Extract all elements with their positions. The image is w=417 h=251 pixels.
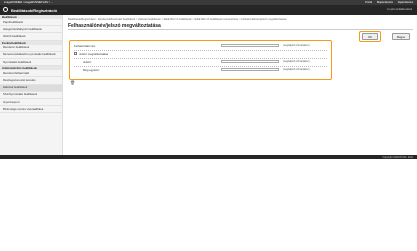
sidebar-item-volume-settings[interactable]: Hangerőszabályozó beállítások xyxy=(0,26,62,34)
confirm-password-hint: (Legfeljebb 24 karakter) xyxy=(283,68,310,72)
divider xyxy=(74,66,327,67)
username-hint: (Legfeljebb 24 karakter) xyxy=(283,44,310,48)
login-link[interactable]: Bejelentkezés xyxy=(377,1,393,4)
breadcrumb[interactable]: Beállítások/Regisztráció : Rendszerfelha… xyxy=(68,18,286,21)
cancel-button[interactable]: Mégse xyxy=(392,33,410,40)
main-content: Beállítások/Regisztráció : Rendszerfelha… xyxy=(64,15,417,155)
header-link[interactable]: A nyitó webállomások xyxy=(387,8,412,11)
username-field[interactable] xyxy=(221,44,279,48)
sidebar-item-ssl-settings[interactable]: SSL/Nyomtatási beállítások xyxy=(0,92,62,100)
divider xyxy=(74,50,327,51)
product-label: imageRUNNER / imageRUNNER ADV / … xyxy=(4,1,54,4)
divider xyxy=(74,58,327,59)
change-password-label: Jelszó megváltoztatása xyxy=(79,52,109,56)
sidebar-item-system-settings[interactable]: Rendszer beállítások xyxy=(0,45,62,52)
ok-button[interactable]: OK xyxy=(362,33,378,40)
top-links: Portál Bejelentkezés Kijelentkezés xyxy=(365,1,413,4)
sidebar-item-timer-settings[interactable]: Időzítő beállítások xyxy=(0,33,62,41)
password-field[interactable] xyxy=(221,60,279,64)
app-title: Beállítások/Regisztráció xyxy=(11,7,58,13)
password-hint: (Legfeljebb 24 karakter) xyxy=(283,60,310,64)
form-highlight-frame: Felhasználói név: (Legfeljebb 24 karakte… xyxy=(69,40,332,80)
change-password-checkbox[interactable] xyxy=(74,52,77,55)
copyright: Copyright CANON INC. 2011 xyxy=(382,155,413,159)
app-header: Beállítások/Regisztráció A nyitó webállo… xyxy=(0,5,417,15)
sidebar-item-system-user[interactable]: Rendszerfelhasználó xyxy=(0,70,62,78)
sidebar-item-print-settings[interactable]: Nyomtatási beállítások xyxy=(0,59,62,67)
sidebar-item-route-print-settings[interactable]: Menetvonalválasztó-nyomtatás beállítások xyxy=(0,52,62,60)
divider xyxy=(68,29,413,30)
username-label: Felhasználói név: xyxy=(74,44,96,48)
logout-link[interactable]: Kijelentkezés xyxy=(398,1,413,4)
logo-icon xyxy=(3,7,8,12)
sidebar-item-paper-settings[interactable]: Papírbeállítások xyxy=(0,19,62,27)
sidebar-item-department-id[interactable]: Részlegazonosító kezelés xyxy=(0,77,62,85)
sidebar-item-network-settings[interactable]: Hálózati beállítások xyxy=(0,84,62,92)
password-label: Jelszó: xyxy=(83,60,92,64)
confirm-password-label: Még egyszer: xyxy=(83,68,100,72)
footer: Copyright CANON INC. 2011 xyxy=(0,155,417,159)
sidebar-item-import-export[interactable]: Import/export xyxy=(0,99,62,107)
confirm-password-field[interactable] xyxy=(221,68,279,72)
sidebar-item-backup-restore[interactable]: Biztonsági mentés visszaállítása xyxy=(0,106,62,114)
portal-link[interactable]: Portál xyxy=(365,1,372,4)
sidebar: Beállítások Papírbeállítások Hangerőszab… xyxy=(0,15,63,155)
trash-icon[interactable]: 🗑 xyxy=(70,80,75,85)
